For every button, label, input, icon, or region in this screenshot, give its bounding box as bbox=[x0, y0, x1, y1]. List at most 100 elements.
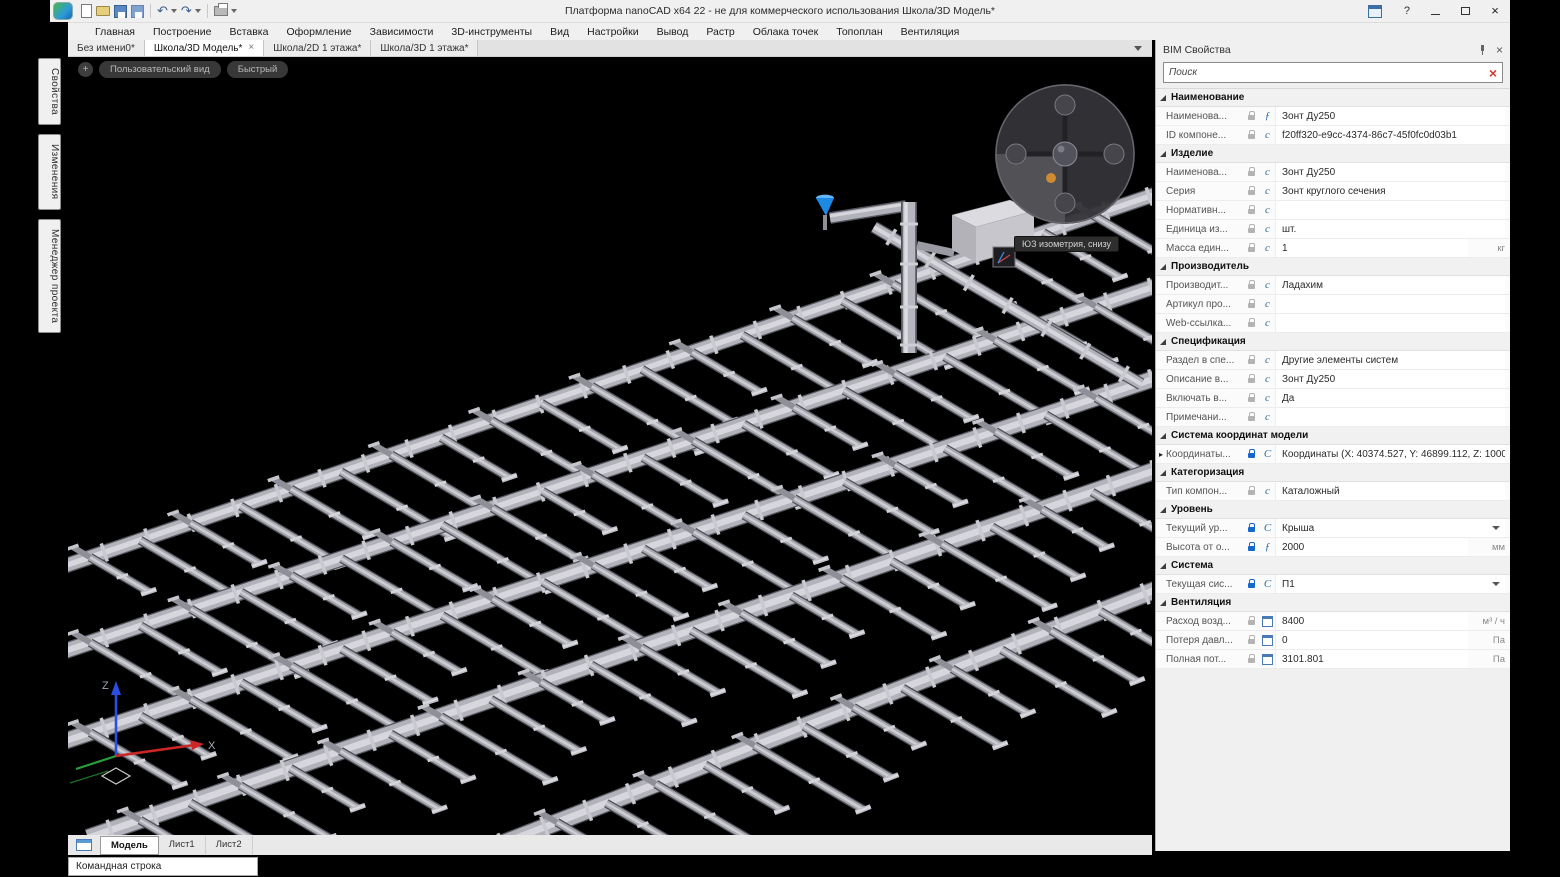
redo-icon[interactable]: ↷ bbox=[181, 4, 192, 18]
property-row[interactable]: Артикул про...c bbox=[1156, 295, 1510, 314]
property-row[interactable]: Включать в...cДа bbox=[1156, 389, 1510, 408]
property-value[interactable]: Да bbox=[1275, 389, 1505, 407]
vertical-tab-0[interactable]: Свойства bbox=[38, 58, 61, 125]
property-group-header[interactable]: Наименование bbox=[1156, 89, 1510, 107]
property-group-header[interactable]: Изделие bbox=[1156, 145, 1510, 163]
minimize-button[interactable] bbox=[1420, 0, 1450, 22]
property-row[interactable]: Полная пот...3101.801Па bbox=[1156, 650, 1510, 669]
property-value[interactable]: f20ff320-e9cc-4374-86c7-45f0fc0d03b1 bbox=[1275, 126, 1505, 144]
model-viewport[interactable]: Z X + Пользовательский вид Быстрый ЮЗ из… bbox=[68, 57, 1152, 835]
document-tab-2[interactable]: Школа/2D 1 этажа* bbox=[264, 40, 371, 56]
property-group-header[interactable]: Спецификация bbox=[1156, 333, 1510, 351]
layout-icon[interactable] bbox=[76, 839, 92, 851]
property-value[interactable] bbox=[1275, 314, 1505, 332]
open-file-icon[interactable] bbox=[96, 6, 110, 16]
property-row[interactable]: СерияcЗонт круглого сечения bbox=[1156, 182, 1510, 201]
add-view-button[interactable]: + bbox=[78, 62, 93, 77]
property-value[interactable]: 8400 bbox=[1275, 612, 1468, 630]
property-row[interactable]: Раздел в спе...cДругие элементы систем bbox=[1156, 351, 1510, 370]
property-row[interactable]: Описание в...cЗонт Ду250 bbox=[1156, 370, 1510, 389]
search-clear-icon[interactable]: × bbox=[1489, 66, 1497, 80]
property-value[interactable] bbox=[1275, 408, 1505, 426]
menu-item-5[interactable]: 3D-инструменты bbox=[442, 23, 541, 41]
view-navigation-wheel[interactable] bbox=[995, 84, 1135, 224]
property-value[interactable]: Зонт Ду250 bbox=[1275, 107, 1505, 125]
property-value[interactable]: шт. bbox=[1275, 220, 1505, 238]
vertical-tab-1[interactable]: Изменения bbox=[38, 134, 61, 209]
property-value[interactable]: Координаты (X: 40374.527, Y: 46899.112, … bbox=[1275, 445, 1505, 463]
property-value[interactable]: Ладахим bbox=[1275, 276, 1505, 294]
nav-sphere-bottom[interactable] bbox=[1055, 193, 1075, 213]
property-row[interactable]: ▸Координаты...CКоординаты (X: 40374.527,… bbox=[1156, 445, 1510, 464]
property-group-header[interactable]: Система bbox=[1156, 557, 1510, 575]
property-row[interactable]: Наименова...ƒЗонт Ду250 bbox=[1156, 107, 1510, 126]
pin-icon[interactable] bbox=[1478, 45, 1487, 55]
property-value[interactable]: Зонт Ду250 bbox=[1275, 163, 1505, 181]
property-row[interactable]: Текущий ур...CКрыша bbox=[1156, 519, 1510, 538]
property-value[interactable]: П1 bbox=[1275, 575, 1505, 593]
sheet-tab-2[interactable]: Лист2 bbox=[206, 836, 253, 855]
document-tab-0[interactable]: Без имени0* bbox=[68, 40, 145, 56]
property-row[interactable]: Наименова...cЗонт Ду250 bbox=[1156, 163, 1510, 182]
property-row[interactable]: Примечани...c bbox=[1156, 408, 1510, 427]
nav-sphere-center[interactable] bbox=[1053, 142, 1077, 166]
property-row[interactable]: Расход возд...8400м³ / ч bbox=[1156, 612, 1510, 631]
viewport-canvas[interactable]: Z X bbox=[68, 57, 1152, 835]
search-input[interactable] bbox=[1169, 67, 1489, 78]
property-value[interactable] bbox=[1275, 295, 1505, 313]
command-line[interactable]: Командная строка bbox=[68, 857, 258, 876]
nav-sphere-top[interactable] bbox=[1055, 95, 1075, 115]
nav-sphere-left[interactable] bbox=[1006, 144, 1026, 164]
property-group-header[interactable]: Вентиляция bbox=[1156, 594, 1510, 612]
property-row[interactable]: Тип компон...cКаталожный bbox=[1156, 482, 1510, 501]
property-value[interactable]: 2000 bbox=[1275, 538, 1468, 556]
undo-dropdown-icon[interactable] bbox=[171, 9, 177, 13]
menu-item-7[interactable]: Настройки bbox=[578, 23, 648, 41]
property-row[interactable]: Текущая сис...CП1 bbox=[1156, 575, 1510, 594]
redo-dropdown-icon[interactable] bbox=[195, 9, 201, 13]
property-group-header[interactable]: Система координат модели bbox=[1156, 427, 1510, 445]
menu-item-12[interactable]: Вентиляция bbox=[892, 23, 969, 41]
sheet-tab-1[interactable]: Лист1 bbox=[159, 836, 206, 855]
sheet-tab-0[interactable]: Модель bbox=[100, 836, 159, 855]
menu-item-2[interactable]: Вставка bbox=[220, 23, 277, 41]
property-row[interactable]: Высота от о...ƒ2000мм bbox=[1156, 538, 1510, 557]
property-value[interactable]: Зонт Ду250 bbox=[1275, 370, 1505, 388]
property-value[interactable]: Зонт круглого сечения bbox=[1275, 182, 1505, 200]
property-value[interactable]: 1 bbox=[1275, 239, 1468, 257]
property-value[interactable]: 0 bbox=[1275, 631, 1468, 649]
menu-item-6[interactable]: Вид bbox=[541, 23, 578, 41]
panel-close-icon[interactable]: × bbox=[1496, 44, 1503, 56]
property-group-header[interactable]: Производитель bbox=[1156, 258, 1510, 276]
property-row[interactable]: Нормативн...c bbox=[1156, 201, 1510, 220]
vertical-tab-2[interactable]: Менеджер проекта bbox=[38, 219, 61, 333]
menu-item-1[interactable]: Построение bbox=[144, 23, 220, 41]
quick-view-button[interactable]: Быстрый bbox=[227, 61, 289, 78]
tab-list-dropdown-icon[interactable] bbox=[1134, 46, 1142, 51]
close-button[interactable]: × bbox=[1480, 0, 1510, 22]
nanocad-logo[interactable] bbox=[53, 2, 73, 20]
property-value[interactable]: Другие элементы систем bbox=[1275, 351, 1505, 369]
property-row[interactable]: Единица из...cшт. bbox=[1156, 220, 1510, 239]
calendar-icon[interactable] bbox=[1368, 5, 1382, 18]
menu-item-3[interactable]: Оформление bbox=[277, 23, 360, 41]
property-row[interactable]: Производит...cЛадахим bbox=[1156, 276, 1510, 295]
dropdown-caret-icon[interactable] bbox=[1492, 582, 1500, 586]
undo-icon[interactable]: ↶ bbox=[157, 4, 168, 18]
menu-item-10[interactable]: Облака точек bbox=[744, 23, 827, 41]
new-file-icon[interactable] bbox=[81, 4, 92, 18]
property-value[interactable]: Крыша bbox=[1275, 519, 1505, 537]
document-tab-3[interactable]: Школа/3D 1 этажа* bbox=[371, 40, 478, 56]
dropdown-caret-icon[interactable] bbox=[1492, 526, 1500, 530]
property-value[interactable]: Каталожный bbox=[1275, 482, 1505, 500]
property-group-header[interactable]: Категоризация bbox=[1156, 464, 1510, 482]
property-row[interactable]: ID компоне...cf20ff320-e9cc-4374-86c7-45… bbox=[1156, 126, 1510, 145]
maximize-button[interactable] bbox=[1450, 0, 1480, 22]
property-row[interactable]: Потеря давл...0Па bbox=[1156, 631, 1510, 650]
row-expander-icon[interactable]: ▸ bbox=[1156, 450, 1166, 459]
property-value[interactable] bbox=[1275, 201, 1505, 219]
help-button[interactable]: ? bbox=[1394, 5, 1420, 17]
document-tab-1[interactable]: Школа/3D Модель*× bbox=[145, 40, 264, 56]
menu-item-9[interactable]: Растр bbox=[697, 23, 743, 41]
save-icon[interactable] bbox=[114, 5, 127, 18]
